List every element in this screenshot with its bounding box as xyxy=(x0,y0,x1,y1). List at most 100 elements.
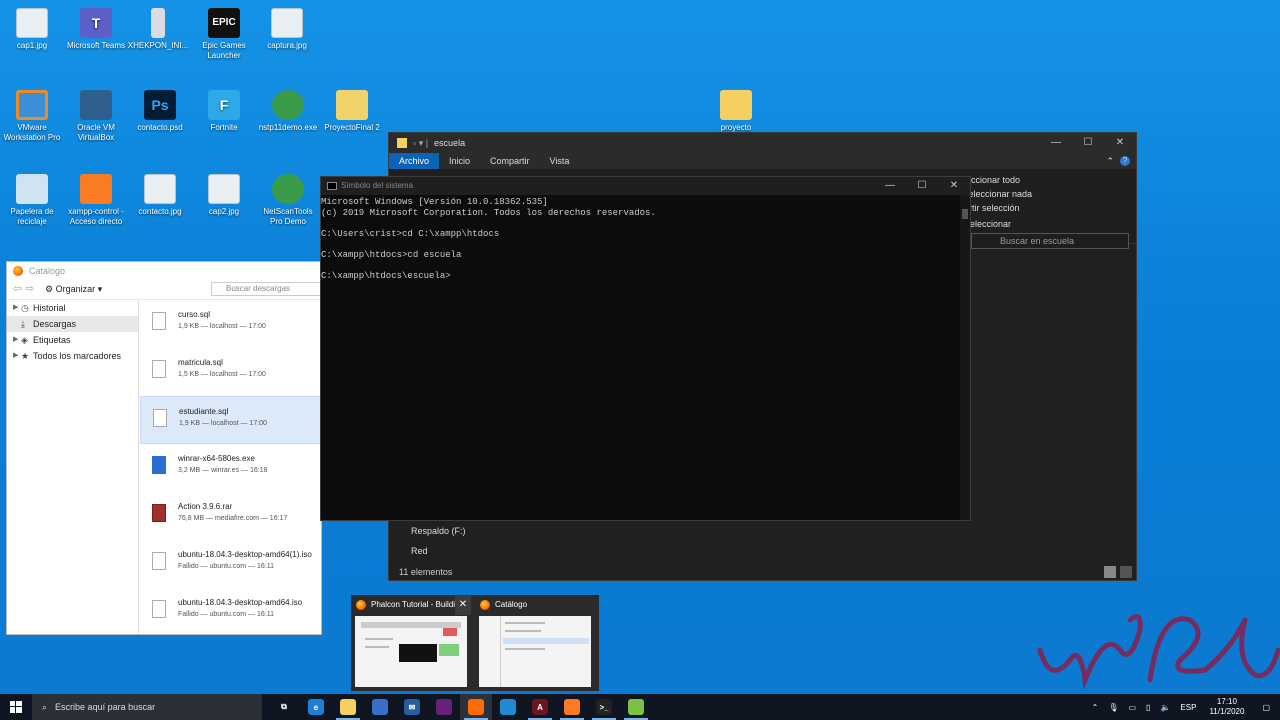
desktop-icon[interactable]: nstp11demo.exe xyxy=(256,90,320,133)
invert-selection-button[interactable]: ertir selección xyxy=(964,201,1032,215)
status-bar: 11 elementos xyxy=(389,564,1136,580)
desktop-icon[interactable]: captura.jpg xyxy=(255,8,319,51)
folder-icon xyxy=(720,90,752,120)
taskbar-app[interactable] xyxy=(364,694,396,720)
tab-archivo[interactable]: Archivo xyxy=(389,153,440,169)
close-button[interactable]: ✕ xyxy=(1104,133,1136,151)
maximize-button[interactable]: ☐ xyxy=(906,177,938,195)
taskbar-app[interactable] xyxy=(492,694,524,720)
taskbar-app[interactable]: e xyxy=(300,694,332,720)
download-item[interactable]: estudiante.sql 1,9 KB — localhost — 17:00 xyxy=(140,396,321,444)
taskbar-app[interactable]: A xyxy=(524,694,556,720)
desktop-icon[interactable]: EPIC Epic Games Launcher xyxy=(192,8,256,61)
desktop-icon[interactable]: F Fortnite xyxy=(192,90,256,133)
download-name: estudiante.sql xyxy=(179,407,229,416)
command-prompt-window[interactable]: Símbolo del sistema — ☐ ✕ Microsoft Wind… xyxy=(320,176,971,521)
maximize-button[interactable]: ☐ xyxy=(1072,133,1104,151)
exe-icon xyxy=(151,8,165,38)
desktop-icon[interactable]: Ps contacto.psd xyxy=(128,90,192,133)
image-icon xyxy=(16,8,48,38)
thumbnail-phalcon[interactable]: Phalcon Tutorial - Buildi... ✕ xyxy=(351,595,471,691)
start-button[interactable] xyxy=(0,694,32,720)
download-item[interactable]: curso.sql 1,9 KB — localhost — 17:00 xyxy=(140,300,321,348)
taskbar-app[interactable] xyxy=(428,694,460,720)
organize-menu[interactable]: ⚙ Organizar ▾ xyxy=(45,284,102,295)
large-icons-view-icon[interactable] xyxy=(1120,566,1132,578)
show-hidden-icons[interactable]: ⌃ xyxy=(1087,703,1104,712)
tag-icon: ◈ xyxy=(21,335,28,345)
download-name: matricula.sql xyxy=(178,358,223,367)
desktop-icon[interactable]: proyecto xyxy=(704,90,768,133)
back-forward-arrows[interactable]: ⇦ ⇨ xyxy=(13,282,35,295)
library-window[interactable]: Catálogo ⇦ ⇨ ⚙ Organizar ▾ Buscar descar… xyxy=(6,261,323,636)
download-item[interactable]: winrar-x64-580es.exe 3,2 MB — winrar.es —… xyxy=(140,444,321,492)
taskbar-app[interactable]: ✉ xyxy=(396,694,428,720)
details-view-icon[interactable] xyxy=(1104,566,1116,578)
minimize-button[interactable]: — xyxy=(1040,133,1072,151)
downloads-search-input[interactable]: Buscar descargas xyxy=(211,282,323,296)
taskbar-app[interactable]: ⧉ xyxy=(268,694,300,720)
recycle-bin-icon xyxy=(16,174,48,204)
minimize-button[interactable]: — xyxy=(874,177,906,195)
microphone-icon[interactable]: 🎙 xyxy=(1103,703,1123,712)
tab-compartir[interactable]: Compartir xyxy=(480,153,540,169)
desktop-icon[interactable]: VMware Workstation Pro xyxy=(0,90,64,143)
taskbar-app[interactable] xyxy=(556,694,588,720)
thumbnail-catalogo[interactable]: Catálogo xyxy=(475,595,595,691)
explorer-search-input[interactable]: Buscar en escuela xyxy=(971,233,1129,249)
download-item[interactable]: matricula.sql 1,5 KB — localhost — 17:00 xyxy=(140,348,321,396)
close-icon[interactable]: ✕ xyxy=(455,595,471,615)
file-icon xyxy=(153,409,167,427)
download-item[interactable]: ubuntu-18.04.3-desktop-amd64(1).iso Falli… xyxy=(140,540,321,588)
sidebar-item-historial[interactable]: ▶ ◷ Historial xyxy=(7,300,138,316)
taskbar-app[interactable]: >_ xyxy=(588,694,620,720)
tab-inicio[interactable]: Inicio xyxy=(439,153,480,169)
taskbar-app[interactable] xyxy=(460,694,492,720)
desktop-icon[interactable]: cap2.jpg xyxy=(192,174,256,217)
notifications-icon[interactable]: ▢ xyxy=(1252,703,1280,712)
select-all-button[interactable]: leccionar todo xyxy=(964,173,1032,187)
volume-icon[interactable]: 🔈 xyxy=(1155,703,1175,712)
desktop-icon[interactable]: Oracle VM VirtualBox xyxy=(64,90,128,143)
nav-item-red[interactable]: Red xyxy=(389,541,489,561)
taskbar-app[interactable] xyxy=(620,694,652,720)
library-title-bar[interactable]: Catálogo xyxy=(7,262,321,280)
desktop-icon[interactable]: xampp-control - Acceso directo xyxy=(64,174,128,227)
taskbar-search-input[interactable]: ⌕ Escribe aquí para buscar xyxy=(32,694,262,720)
console-line: (c) 2019 Microsoft Corporation. Todos lo… xyxy=(321,207,656,218)
chevron-up-icon[interactable]: ⌃ xyxy=(1100,153,1120,169)
desktop-icon[interactable]: ProyectoFinal 2 xyxy=(320,90,384,133)
sidebar-item-etiquetas[interactable]: ▶ ◈ Etiquetas xyxy=(7,332,138,348)
visual-studio-solution-icon xyxy=(336,90,368,120)
quick-access-toolbar[interactable]: ▫ ▾ | xyxy=(413,138,428,149)
battery-icon[interactable]: ▯ xyxy=(1141,703,1155,712)
desktop-icon[interactable]: cap1.jpg xyxy=(0,8,64,51)
desktop-icon[interactable]: NetScanTools Pro Demo xyxy=(256,174,320,227)
language-indicator[interactable]: ESP xyxy=(1175,703,1201,712)
close-button[interactable]: ✕ xyxy=(938,177,970,195)
explorer-title: escuela xyxy=(434,138,466,148)
desktop-icon[interactable]: T Microsoft Teams xyxy=(64,8,128,51)
sidebar-item-descargas[interactable]: ⤓ Descargas xyxy=(7,316,138,332)
download-item[interactable]: ubuntu-18.04.3-desktop-amd64.iso Fallido … xyxy=(140,588,321,636)
desktop-icon[interactable]: XHEKPON_INI... xyxy=(126,8,190,51)
desktop-icon[interactable]: contacto.jpg xyxy=(128,174,192,217)
console-output[interactable]: Microsoft Windows [Versión 10.0.18362.53… xyxy=(321,195,970,281)
desktop-icon-label: captura.jpg xyxy=(267,41,307,50)
tab-vista[interactable]: Vista xyxy=(540,153,580,169)
cmd-title-bar[interactable]: Símbolo del sistema — ☐ ✕ xyxy=(321,177,970,195)
download-name: ubuntu-18.04.3-desktop-amd64(1).iso xyxy=(178,550,312,559)
clock[interactable]: 17:10 11/1/2020 xyxy=(1201,697,1252,717)
scrollbar[interactable] xyxy=(960,195,970,520)
nav-item-respaldo[interactable]: Respaldo (F:) xyxy=(389,521,489,541)
select-none-button[interactable]: seleccionar nada xyxy=(964,187,1032,201)
desktop-icon-label: Epic Games Launcher xyxy=(202,41,246,60)
desktop-icon[interactable]: Papelera de reciclaje xyxy=(0,174,64,227)
network-icon[interactable]: ▭ xyxy=(1123,703,1141,712)
sidebar-item-marcadores[interactable]: ▶ ★ Todos los marcadores xyxy=(7,348,138,364)
download-item[interactable]: Action 3.9.6.rar 76,8 MB — mediafire.com … xyxy=(140,492,321,540)
help-icon[interactable]: ? xyxy=(1120,156,1130,166)
download-meta: 1,9 KB — localhost — 17:00 xyxy=(179,420,267,427)
taskbar-app[interactable] xyxy=(332,694,364,720)
explorer-title-bar[interactable]: ▫ ▾ | escuela — ☐ ✕ xyxy=(389,133,1136,153)
